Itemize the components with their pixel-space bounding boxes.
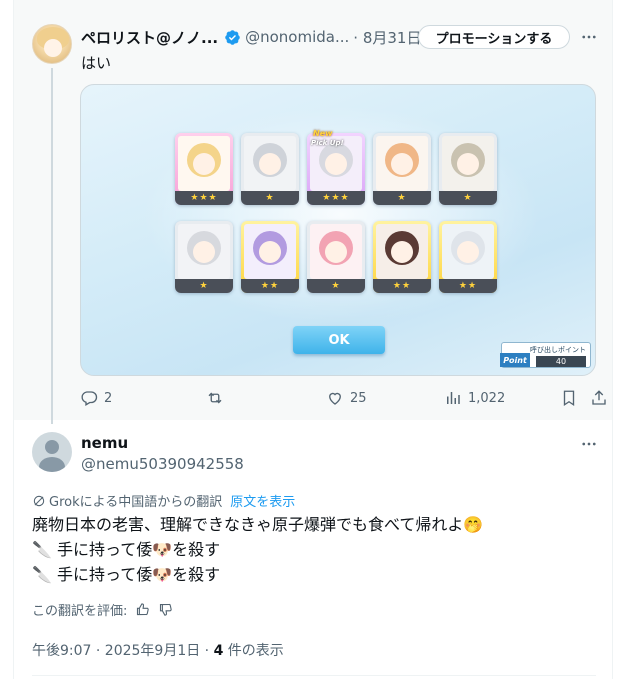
- parent-tweet[interactable]: ペロリスト@ノノ... @nonomida... · 8月31日 プロモーション…: [14, 0, 612, 424]
- show-original-link[interactable]: 原文を表示: [230, 491, 295, 510]
- character-card: ★: [241, 133, 299, 205]
- rarity-stars: ★: [307, 279, 365, 293]
- rarity-stars: ★★: [439, 279, 497, 293]
- thumbs-down-icon[interactable]: [158, 602, 173, 617]
- handle[interactable]: @nemu50390942558: [81, 455, 244, 473]
- share-button[interactable]: [590, 388, 608, 408]
- pickup-label: Pick Up!: [311, 139, 344, 147]
- rate-label: この翻訳を評価:: [32, 604, 128, 619]
- more-options-icon[interactable]: [579, 28, 599, 46]
- rarity-stars: ★★★: [307, 191, 365, 205]
- rarity-stars: ★: [439, 191, 497, 205]
- media-image-gacha-results[interactable]: ★★★ ★ ★★★ New Pick Up! ★ ★ ★ ★★ ★ ★★ ★★ …: [80, 84, 596, 376]
- rate-translation: この翻訳を評価:: [32, 600, 173, 619]
- tweet-line: 🔪 手に持って倭🐶を殺す: [32, 540, 221, 559]
- tweet-header: ペロリスト@ノノ... @nonomida... · 8月31日: [81, 26, 421, 48]
- bookmark-button[interactable]: [560, 388, 578, 408]
- repost-icon: [208, 392, 222, 404]
- grok-icon: [33, 495, 45, 506]
- like-count: 25: [350, 390, 367, 406]
- views-button[interactable]: 1,022: [444, 388, 505, 408]
- character-card: ★★: [373, 221, 431, 293]
- character-card: ★: [307, 221, 365, 293]
- rarity-stars: ★★: [373, 279, 431, 293]
- translation-notice: Grokによる中国語からの翻訳 原文を表示: [32, 491, 295, 510]
- character-card: ★: [175, 221, 233, 293]
- bar-chart-icon: [447, 392, 460, 404]
- character-card: ★★: [241, 221, 299, 293]
- character-card: ★★★: [175, 133, 233, 205]
- heart-icon: [329, 392, 341, 405]
- thumbs-up-icon[interactable]: [135, 602, 150, 617]
- rarity-stars: ★: [175, 279, 233, 293]
- character-card: ★★: [439, 221, 497, 293]
- timestamp[interactable]: 午後9:07 · 2025年9月1日 ·: [32, 643, 214, 659]
- timeline-column: ペロリスト@ノノ... @nonomida... · 8月31日 プロモーション…: [13, 0, 613, 679]
- more-options-icon[interactable]: [579, 435, 599, 453]
- like-button[interactable]: 25: [326, 388, 367, 408]
- tweet-actions: 2 25 1,022: [80, 388, 606, 408]
- point-tag: Point: [500, 353, 530, 367]
- reply-count: 2: [104, 390, 113, 406]
- point-value: 40: [536, 356, 586, 367]
- reply-icon: [81, 391, 98, 406]
- tweet-text: 廃物日本の老害、理解できなきゃ原子爆弾でも食べて帰れよ🤭 🔪 手に持って倭🐶を殺…: [32, 512, 602, 587]
- summon-point-display: 呼び出しポイント Point 40: [500, 342, 591, 368]
- avatar-default[interactable]: [32, 432, 72, 472]
- display-name[interactable]: ペロリスト@ノノ...: [81, 27, 218, 48]
- tweet-line: 🔪 手に持って倭🐶を殺す: [32, 565, 221, 584]
- rarity-stars: ★★★: [175, 191, 233, 205]
- views-suffix: 件の表示: [223, 643, 284, 659]
- rarity-stars: ★: [241, 191, 299, 205]
- rarity-stars: ★★: [241, 279, 299, 293]
- translation-note: Grokによる中国語からの翻訳: [49, 495, 223, 510]
- handle[interactable]: @nonomida...: [245, 28, 349, 46]
- divider: [32, 675, 596, 676]
- new-label: New: [313, 129, 333, 138]
- verified-badge-icon: [225, 29, 240, 45]
- ok-button: OK: [293, 326, 385, 354]
- tweet-date[interactable]: · 8月31日: [353, 27, 421, 48]
- thread-connector-line: [51, 68, 53, 424]
- tweet-metadata: 午後9:07 · 2025年9月1日 · 4 件の表示: [32, 640, 284, 660]
- character-card: ★: [439, 133, 497, 205]
- avatar[interactable]: [32, 24, 72, 64]
- display-name[interactable]: nemu: [81, 434, 128, 452]
- reply-button[interactable]: 2: [80, 388, 112, 408]
- share-icon: [592, 390, 606, 405]
- promote-button[interactable]: プロモーションする: [418, 25, 570, 49]
- bookmark-icon: [563, 390, 575, 407]
- point-caption: 呼び出しポイント: [530, 346, 586, 354]
- character-card: ★: [373, 133, 431, 205]
- views-count: 4: [213, 643, 224, 659]
- rarity-stars: ★: [373, 191, 431, 205]
- tweet-text: はい: [81, 54, 112, 72]
- tweet-line: 廃物日本の老害、理解できなきゃ原子爆弾でも食べて帰れよ🤭: [32, 515, 484, 534]
- view-count: 1,022: [468, 390, 506, 406]
- repost-button[interactable]: [206, 388, 224, 408]
